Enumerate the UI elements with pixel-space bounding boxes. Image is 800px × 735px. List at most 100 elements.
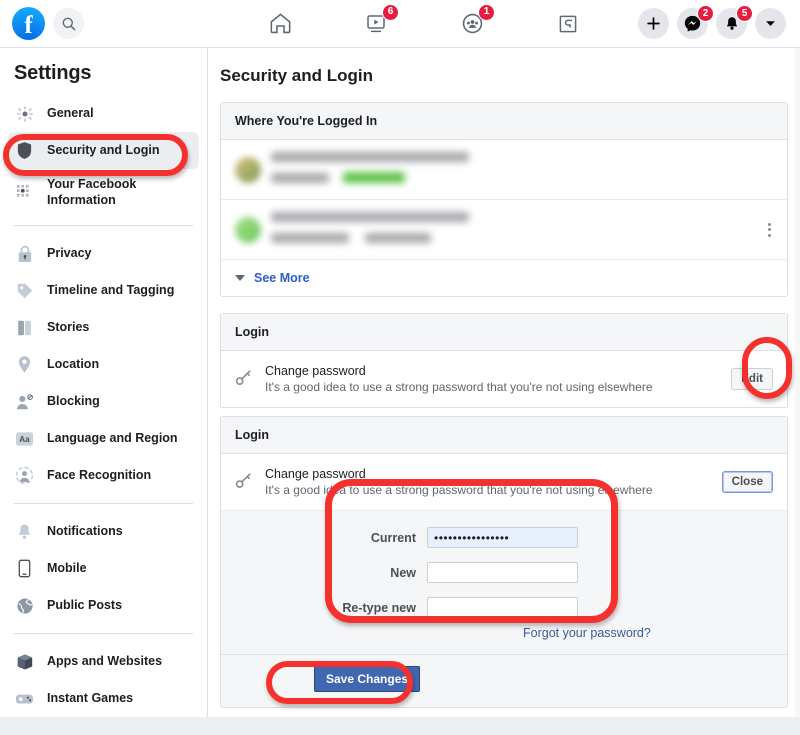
sidebar-item-label[interactable]: General <box>47 106 94 122</box>
sidebar-item-label: Timeline and Tagging <box>47 282 175 297</box>
top-navigation-bar: f 6 1 2 5 <box>0 0 800 48</box>
sidebar-group-privacy: Privacy Timeline and Tagging Stories Loc… <box>0 235 207 494</box>
sidebar-item-mobile[interactable]: Mobile <box>8 550 199 587</box>
sidebar-item-timeline-and-tagging[interactable]: Timeline and Tagging <box>8 272 199 309</box>
mobile-phone-icon <box>14 558 35 579</box>
retype-password-input[interactable] <box>427 597 578 618</box>
screenshot-root: f 6 1 2 5 Settings General Security and … <box>0 0 800 735</box>
change-password-row-expanded: Change password It's a good idea to use … <box>221 454 787 510</box>
notifications-badge: 5 <box>736 5 753 22</box>
topbar-center-nav: 6 1 <box>210 3 638 41</box>
search-icon <box>62 17 75 30</box>
sidebar-item-label: Face Recognition <box>47 467 152 482</box>
sidebar-group-account: General Security and Login Your Facebook… <box>0 95 207 216</box>
map-pin-icon <box>14 354 35 375</box>
globe-icon <box>14 595 35 616</box>
bottom-strip <box>0 717 800 735</box>
sidebar-item-label: Stories <box>47 319 90 334</box>
gaming-icon[interactable] <box>551 7 585 41</box>
chevron-down-icon <box>235 275 245 281</box>
session-device-line <box>271 212 469 222</box>
session-meta-line <box>271 232 349 243</box>
sidebar-item-your-facebook-information[interactable]: Your Facebook Information <box>8 169 199 216</box>
tag-icon <box>14 280 35 301</box>
sidebar-item-general-wrap: General <box>8 95 199 132</box>
shield-icon <box>14 140 35 161</box>
face-recognition-icon <box>14 465 35 486</box>
sidebar-item-stories[interactable]: Stories <box>8 309 199 346</box>
login-card-expanded: Login Change password It's a good idea t… <box>220 416 788 708</box>
groups-icon[interactable]: 1 <box>455 3 495 41</box>
sidebar-item-label: Location <box>47 356 100 371</box>
sidebar-item-notifications[interactable]: Notifications <box>8 513 199 550</box>
forgot-password-link[interactable]: Forgot your password? <box>523 626 787 640</box>
change-password-title: Change password <box>265 364 366 378</box>
session-time-line <box>365 232 432 243</box>
session-meta-line <box>271 172 329 183</box>
topbar-left-group: f <box>0 7 210 40</box>
main-content: Security and Login Where You're Logged I… <box>209 48 800 735</box>
sidebar-item-privacy[interactable]: Privacy <box>8 235 199 272</box>
sidebar-divider <box>14 503 193 505</box>
aa-language-icon: Aa <box>14 428 35 449</box>
form-row-retype: Re-type new <box>221 597 787 618</box>
sidebar-item-security-and-login[interactable]: Security and Login <box>8 132 199 169</box>
form-row-current: Current <box>221 527 787 548</box>
page-title: Security and Login <box>220 66 374 85</box>
change-password-form: Current New Re-type new Forgot your pass… <box>221 510 787 707</box>
session-options-menu-icon[interactable] <box>768 222 771 237</box>
settings-sidebar: Settings General Security and Login Your… <box>0 48 208 735</box>
key-icon <box>235 368 257 391</box>
sidebar-item-public-posts[interactable]: Public Posts <box>8 587 199 624</box>
form-footer: Save Changes <box>221 654 787 697</box>
facebook-logo-glyph: f <box>24 12 33 39</box>
sidebar-item-apps-and-websites[interactable]: Apps and Websites <box>8 643 199 680</box>
page-scrollbar[interactable] <box>795 48 800 717</box>
card-header: Login <box>221 417 787 454</box>
close-button[interactable]: Close <box>721 471 773 493</box>
see-more-button[interactable]: See More <box>221 259 787 296</box>
account-dropdown-icon[interactable] <box>755 8 786 39</box>
sidebar-divider <box>14 633 193 635</box>
grid-dots-icon <box>14 182 35 203</box>
watch-badge: 6 <box>382 3 399 21</box>
facebook-logo[interactable]: f <box>12 7 45 40</box>
messenger-badge: 2 <box>697 5 714 22</box>
see-more-label: See More <box>254 271 310 285</box>
sidebar-item-label: Public Posts <box>47 597 123 612</box>
login-card-collapsed: Login Change password It's a good idea t… <box>220 313 788 408</box>
change-password-texts: Change password It's a good idea to use … <box>265 364 731 394</box>
new-password-label: New <box>390 565 416 580</box>
change-password-title: Change password <box>265 467 366 481</box>
new-password-input[interactable] <box>427 562 578 583</box>
sidebar-item-label: Security and Login <box>47 142 160 157</box>
create-plus-icon[interactable] <box>638 8 669 39</box>
session-row[interactable] <box>221 199 787 259</box>
sidebar-item-location[interactable]: Location <box>8 346 199 383</box>
sidebar-item-label: Notifications <box>47 523 123 538</box>
messenger-icon[interactable]: 2 <box>677 5 714 39</box>
session-row[interactable] <box>221 140 787 199</box>
bell-icon <box>14 521 35 542</box>
sidebar-item-face-recognition[interactable]: Face Recognition <box>8 457 199 494</box>
edit-button[interactable]: Edit <box>731 368 773 390</box>
home-icon[interactable] <box>263 7 297 41</box>
session-avatar <box>235 156 261 183</box>
svg-text:Aa: Aa <box>19 435 30 444</box>
game-controller-icon <box>14 688 35 709</box>
sidebar-item-blocking[interactable]: Blocking <box>8 383 199 420</box>
current-password-input[interactable] <box>427 527 578 548</box>
sidebar-item-language-and-region[interactable]: Aa Language and Region <box>8 420 199 457</box>
sidebar-item-label: Mobile <box>47 560 87 575</box>
session-info-redacted <box>271 152 773 187</box>
form-row-new: New <box>221 562 787 583</box>
watch-icon[interactable]: 6 <box>359 3 399 41</box>
sidebar-item-label: Language and Region <box>47 430 178 445</box>
sidebar-divider <box>14 225 193 227</box>
sidebar-item-instant-games[interactable]: Instant Games <box>8 680 199 717</box>
session-avatar <box>235 216 261 243</box>
search-button[interactable] <box>53 8 84 39</box>
topbar-right-group: 2 5 <box>638 5 800 39</box>
notifications-bell-icon[interactable]: 5 <box>716 5 753 39</box>
save-changes-button[interactable]: Save Changes <box>314 666 421 692</box>
